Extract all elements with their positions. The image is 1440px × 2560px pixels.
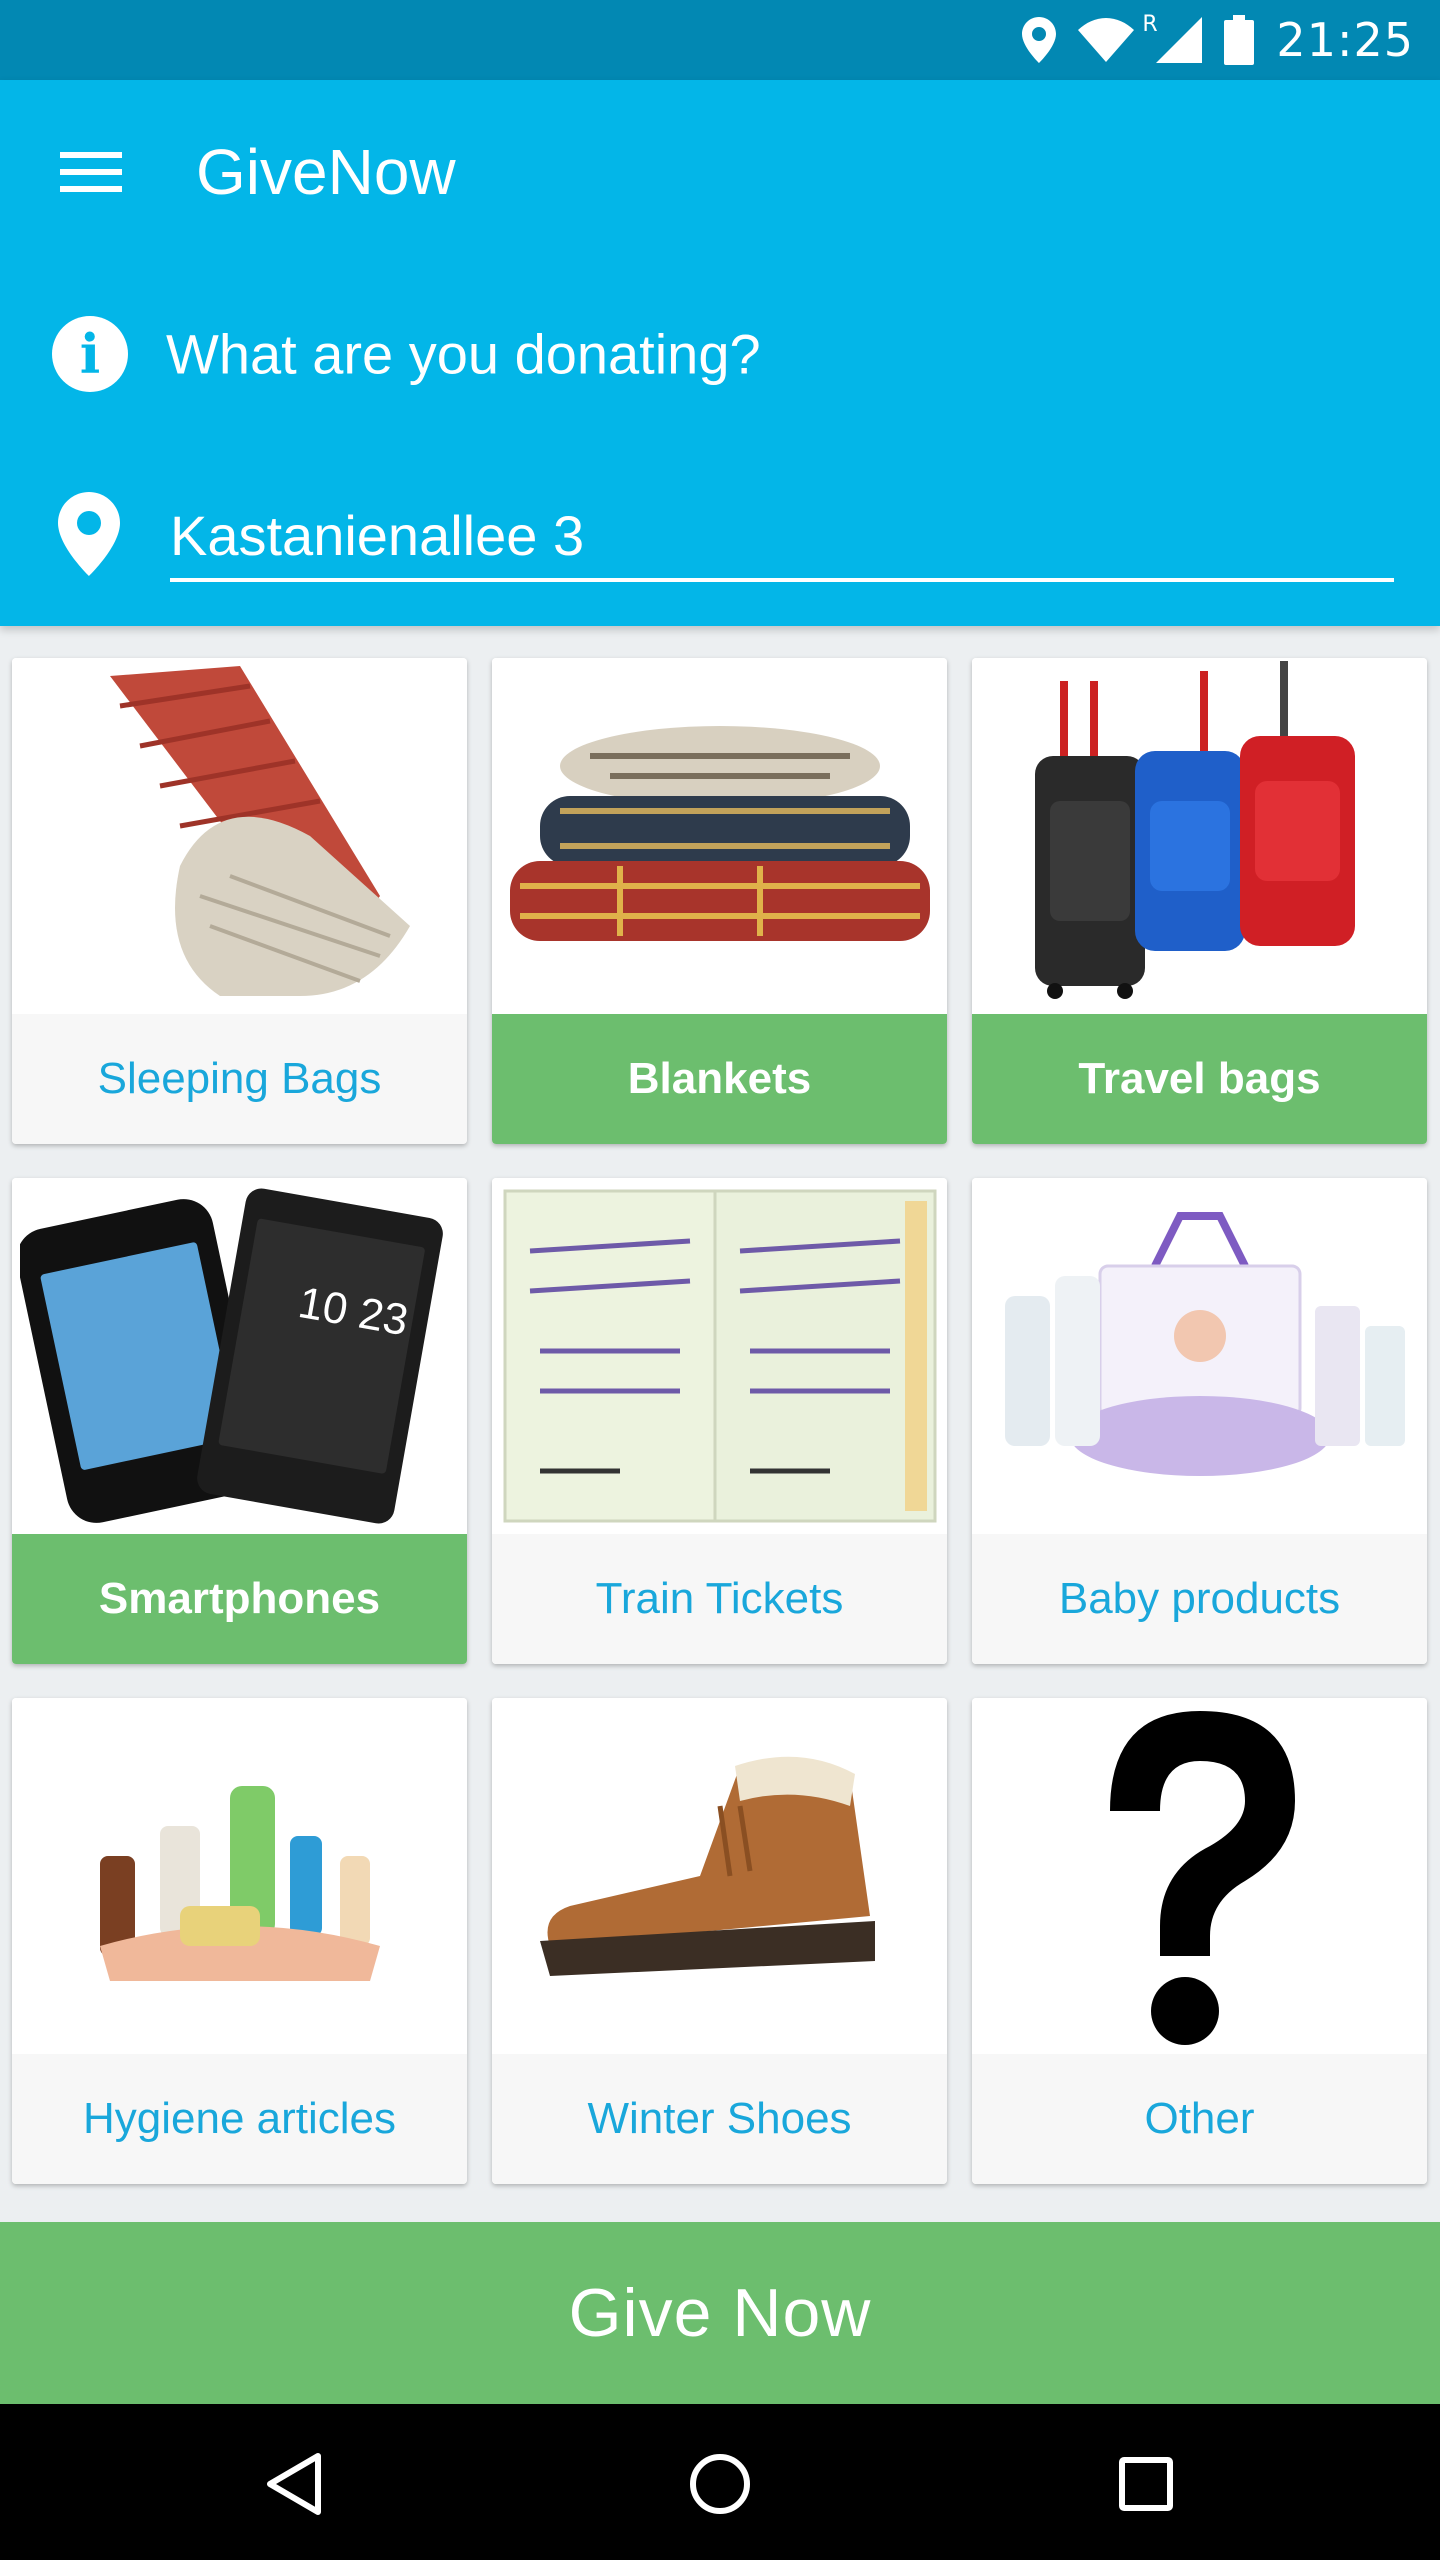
wifi-icon: R bbox=[1078, 12, 1158, 62]
sleeping-bag-image bbox=[12, 658, 467, 1014]
category-card-travel-bags[interactable]: Travel bags bbox=[972, 658, 1427, 1144]
category-label: Train Tickets bbox=[492, 1534, 947, 1664]
clock: 21:25 bbox=[1276, 13, 1414, 67]
category-label: Winter Shoes bbox=[492, 2054, 947, 2184]
baby-products-image bbox=[972, 1178, 1427, 1534]
travel-bags-image bbox=[972, 658, 1427, 1014]
category-card-winter-shoes[interactable]: Winter Shoes bbox=[492, 1698, 947, 2184]
app-title: GiveNow bbox=[196, 136, 456, 208]
category-card-smartphones[interactable]: 10 23 Smartphones bbox=[12, 1178, 467, 1664]
roaming-indicator: R bbox=[1142, 12, 1158, 37]
hygiene-articles-image bbox=[12, 1698, 467, 2054]
category-card-hygiene-articles[interactable]: Hygiene articles bbox=[12, 1698, 467, 2184]
donation-prompt: What are you donating? bbox=[166, 322, 761, 386]
blankets-image bbox=[492, 658, 947, 1014]
category-label: Smartphones bbox=[12, 1534, 467, 1664]
status-bar: R 21:25 bbox=[0, 0, 1440, 80]
navigation-bar bbox=[0, 2404, 1440, 2560]
home-icon[interactable] bbox=[660, 2424, 780, 2544]
train-tickets-image bbox=[492, 1178, 947, 1534]
category-label: Travel bags bbox=[972, 1014, 1427, 1144]
winter-shoes-image bbox=[492, 1698, 947, 2054]
info-icon[interactable]: i bbox=[52, 316, 128, 392]
location-input[interactable] bbox=[170, 492, 1394, 582]
category-card-baby-products[interactable]: Baby products bbox=[972, 1178, 1427, 1664]
hamburger-menu-icon[interactable] bbox=[40, 122, 140, 222]
category-label: Other bbox=[972, 2054, 1427, 2184]
category-label: Sleeping Bags bbox=[12, 1014, 467, 1144]
category-card-blankets[interactable]: Blankets bbox=[492, 658, 947, 1144]
category-grid: Sleeping Bags Blankets Travel bags 10 23… bbox=[12, 658, 1428, 2184]
location-pin-icon bbox=[58, 492, 120, 581]
category-card-train-tickets[interactable]: Train Tickets bbox=[492, 1178, 947, 1664]
recents-icon[interactable] bbox=[1086, 2424, 1206, 2544]
category-card-sleeping-bags[interactable]: Sleeping Bags bbox=[12, 658, 467, 1144]
category-label: Blankets bbox=[492, 1014, 947, 1144]
back-icon[interactable] bbox=[234, 2424, 354, 2544]
category-label: Baby products bbox=[972, 1534, 1427, 1664]
app-bar: GiveNow i What are you donating? bbox=[0, 80, 1440, 626]
category-card-other[interactable]: Other bbox=[972, 1698, 1427, 2184]
battery-icon bbox=[1224, 15, 1255, 65]
question-mark-image bbox=[972, 1698, 1427, 2054]
give-now-button[interactable]: Give Now bbox=[0, 2222, 1440, 2404]
smartphones-image: 10 23 bbox=[12, 1178, 467, 1534]
category-label: Hygiene articles bbox=[12, 2054, 467, 2184]
cell-signal-icon bbox=[1156, 17, 1203, 63]
location-icon bbox=[1022, 17, 1057, 63]
